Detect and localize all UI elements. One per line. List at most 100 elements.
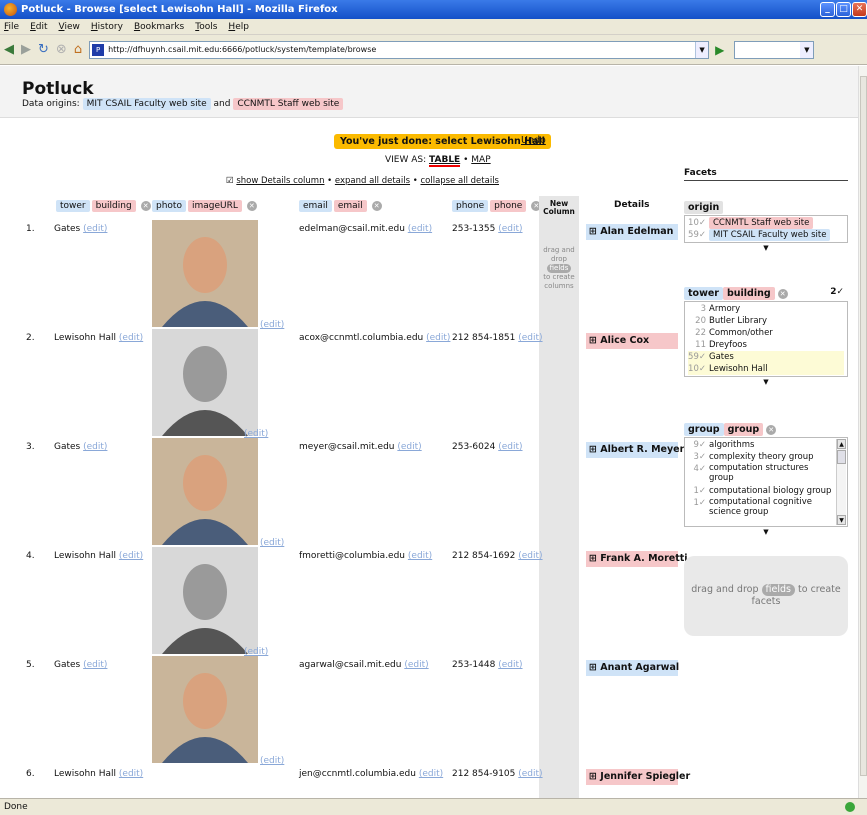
facet-field-group[interactable]: group (684, 423, 724, 436)
menu-history[interactable]: History (91, 22, 123, 32)
remove-facet-icon[interactable]: ✕ (766, 424, 777, 435)
details-toggle[interactable]: ⊞ Jennifer Spiegler (586, 769, 690, 785)
facet-origin-label[interactable]: origin (684, 201, 724, 214)
edit-link[interactable]: (edit) (260, 756, 284, 766)
view-map-link[interactable]: MAP (471, 155, 490, 165)
facet-item[interactable]: 9✓ algorithms (688, 439, 834, 451)
scroll-down-icon[interactable]: ▼ (837, 515, 846, 525)
column-header-email[interactable]: email email ✕ (299, 200, 384, 212)
field-photo[interactable]: photo (152, 200, 186, 212)
field-phone-ccnmtl[interactable]: phone (490, 200, 527, 212)
url-dropdown-icon[interactable]: ▼ (695, 41, 709, 58)
facet-item[interactable]: 59✓ MIT CSAIL Faculty web site (688, 229, 844, 241)
close-button[interactable]: ✕ (852, 2, 867, 17)
expand-icon[interactable]: ⊞ (589, 553, 597, 564)
edit-link[interactable]: (edit) (260, 320, 284, 330)
field-tower[interactable]: tower (56, 200, 90, 212)
facet-scrollbar[interactable]: ▲ ▼ (836, 439, 846, 525)
facet-item[interactable]: 22 Common/other (688, 327, 844, 339)
search-dropdown-icon[interactable]: ▼ (800, 41, 814, 58)
go-icon[interactable]: ▶ (715, 43, 724, 57)
menu-file[interactable]: File (4, 22, 19, 32)
expand-icon[interactable]: ⊞ (589, 444, 597, 455)
edit-link[interactable]: (edit) (498, 660, 522, 670)
remove-column-icon[interactable]: ✕ (246, 201, 257, 211)
back-icon[interactable]: ◀ (4, 42, 14, 57)
details-toggle[interactable]: ⊞ Alice Cox (586, 333, 678, 349)
undo-link[interactable]: Undo (521, 135, 546, 146)
field-phone-mit[interactable]: phone (452, 200, 489, 212)
edit-link[interactable]: (edit) (426, 333, 450, 343)
show-details-link[interactable]: show Details column (236, 176, 324, 186)
edit-link[interactable]: (edit) (83, 442, 107, 452)
show-details-checkbox[interactable]: ☑ (226, 176, 234, 186)
edit-link[interactable]: (edit) (518, 333, 542, 343)
facet-field-tower[interactable]: tower (684, 287, 723, 300)
expand-icon[interactable]: ⊞ (589, 226, 597, 237)
scroll-up-icon[interactable]: ▲ (837, 439, 846, 449)
menu-edit[interactable]: Edit (30, 22, 47, 32)
edit-link[interactable]: (edit) (518, 551, 542, 561)
field-building[interactable]: building (91, 200, 136, 212)
facet-item-selected[interactable]: 59✓ Gates (688, 351, 844, 363)
edit-link[interactable]: (edit) (404, 660, 428, 670)
search-input[interactable]: ▼ (734, 40, 815, 59)
page-scrollbar[interactable] (858, 66, 867, 798)
view-table-link[interactable]: TABLE (429, 155, 461, 167)
expand-icon[interactable]: ⊞ (589, 335, 597, 346)
edit-link[interactable]: (edit) (83, 660, 107, 670)
facet-item[interactable]: 10✓ CCNMTL Staff web site (688, 217, 844, 229)
facet-resize-icon[interactable]: ▼ (684, 527, 848, 537)
expand-icon[interactable]: ⊞ (589, 771, 597, 782)
remove-column-icon[interactable]: ✕ (140, 201, 151, 211)
details-toggle[interactable]: ⊞ Albert R. Meyer (586, 442, 684, 458)
facet-item[interactable]: 1✓ computational biology group (688, 485, 834, 497)
edit-link[interactable]: (edit) (260, 538, 284, 548)
facet-item[interactable]: 3✓ complexity theory group (688, 451, 834, 463)
facet-item[interactable]: 20 Butler Library (688, 315, 844, 327)
facet-dropzone[interactable]: drag and drop fields to create facets (684, 556, 848, 636)
column-header-photo[interactable]: photo imageURL ✕ (152, 200, 259, 212)
edit-link[interactable]: (edit) (119, 551, 143, 561)
edit-link[interactable]: (edit) (119, 769, 143, 779)
facet-field-group-2[interactable]: group (723, 423, 764, 436)
column-header-building[interactable]: tower building ✕ (56, 200, 153, 212)
stop-icon[interactable]: ⊗ (56, 42, 67, 57)
facet-item[interactable]: 11 Dreyfoos (688, 339, 844, 351)
facet-item-selected[interactable]: 10✓ Lewisohn Hall (688, 363, 844, 375)
facet-resize-icon[interactable]: ▼ (684, 243, 848, 253)
facet-field-building[interactable]: building (722, 287, 775, 300)
edit-link[interactable]: (edit) (419, 769, 443, 779)
maximize-button[interactable]: □ (836, 2, 851, 17)
menu-view[interactable]: View (59, 22, 80, 32)
menu-tools[interactable]: Tools (195, 22, 217, 32)
edit-link[interactable]: (edit) (498, 442, 522, 452)
facet-item[interactable]: 1✓ computational cognitive science group (688, 497, 834, 519)
forward-icon[interactable]: ▶ (21, 42, 31, 57)
remove-column-icon[interactable]: ✕ (371, 201, 382, 211)
edit-link[interactable]: (edit) (408, 224, 432, 234)
edit-link[interactable]: (edit) (119, 333, 143, 343)
details-toggle[interactable]: ⊞ Alan Edelman (586, 224, 678, 240)
home-icon[interactable]: ⌂ (74, 42, 82, 57)
reload-icon[interactable]: ↻ (38, 42, 49, 57)
collapse-all-link[interactable]: collapse all details (420, 176, 499, 186)
url-bar[interactable]: P http://dfhuynh.csail.mit.edu:6666/potl… (89, 40, 710, 59)
expand-all-link[interactable]: expand all details (335, 176, 410, 186)
menu-help[interactable]: Help (228, 22, 249, 32)
column-header-phone[interactable]: phone phone ✕ (452, 200, 543, 212)
edit-link[interactable]: (edit) (408, 551, 432, 561)
edit-link[interactable]: (edit) (498, 224, 522, 234)
expand-icon[interactable]: ⊞ (589, 662, 597, 673)
minimize-button[interactable]: _ (820, 2, 835, 17)
details-toggle[interactable]: ⊞ Frank A. Moretti (586, 551, 688, 567)
facet-item[interactable]: 4✓ computation structures group (688, 463, 834, 485)
new-column-dropzone[interactable]: New Column drag and drop fields to creat… (539, 196, 579, 798)
field-email-mit[interactable]: email (299, 200, 332, 212)
origin-ccnmtl[interactable]: CCNMTL Staff web site (233, 98, 344, 110)
edit-link[interactable]: (edit) (518, 769, 542, 779)
menu-bookmarks[interactable]: Bookmarks (134, 22, 184, 32)
details-toggle[interactable]: ⊞ Anant Agarwal (586, 660, 679, 676)
field-imageurl[interactable]: imageURL (187, 200, 242, 212)
origin-mit[interactable]: MIT CSAIL Faculty web site (82, 98, 211, 110)
